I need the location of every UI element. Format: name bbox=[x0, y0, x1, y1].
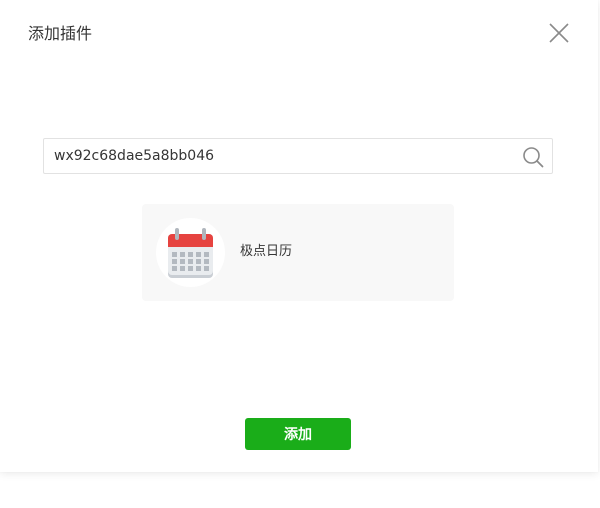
calendar-icon bbox=[168, 228, 213, 278]
add-button[interactable]: 添加 bbox=[245, 418, 351, 450]
search-box bbox=[43, 138, 553, 174]
dialog-title: 添加插件 bbox=[28, 24, 93, 43]
plugin-avatar bbox=[156, 218, 225, 287]
search-icon bbox=[523, 147, 544, 168]
close-icon bbox=[549, 23, 569, 43]
add-plugin-dialog: 添加插件 wx92c68dae5a8bb046 极点日历 添加 bbox=[0, 0, 598, 472]
search-button[interactable] bbox=[522, 146, 544, 168]
search-input[interactable] bbox=[44, 139, 514, 173]
plugin-name: 极点日历 bbox=[240, 244, 293, 259]
plugin-result-card[interactable]: 极点日历 bbox=[142, 204, 454, 301]
close-button[interactable] bbox=[548, 22, 570, 44]
